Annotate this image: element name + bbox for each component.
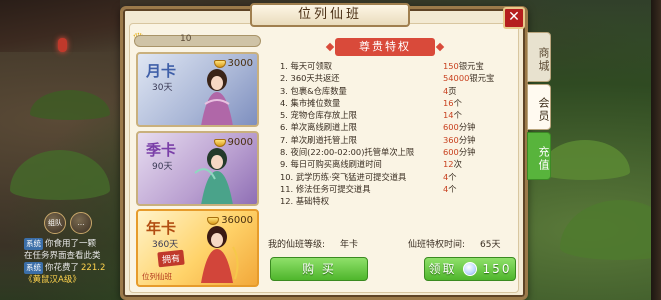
claim-amount: 150: [482, 262, 512, 276]
card-monthly[interactable]: 月卡 30天 3000: [136, 52, 259, 127]
foliage: [560, 200, 661, 260]
privilege-header: 尊贵特权: [335, 38, 435, 56]
card-yearly[interactable]: 年卡 360天 36000 拥有 位列仙班: [136, 209, 259, 287]
close-button[interactable]: ✕: [503, 7, 525, 29]
building-pillar: [651, 0, 661, 300]
fairy-portrait: [194, 148, 233, 204]
claim-button[interactable]: 领取 150: [424, 257, 516, 281]
fairy-portrait: [201, 226, 239, 283]
list-item: 5. 宠物仓库存放上限 14个: [280, 110, 462, 121]
member-time-label: 仙班特权时间:: [408, 240, 466, 250]
chat-line: 系统 你食用了一颗: [24, 238, 124, 250]
list-item: 8. 夜间(22:00-02:00)托管单次上限 600分钟: [280, 147, 476, 158]
chat-log: 系统 你食用了一颗 在任务界面查看此类 系统 你花费了 221.2 《黄鼠汉A级…: [24, 238, 124, 286]
tab-shop[interactable]: 商城: [527, 32, 551, 82]
list-item: 1. 每天可领取 150银元宝: [280, 61, 484, 71]
card-quarterly[interactable]: 季卡 90天 9000: [136, 131, 259, 206]
silver-ingot-icon: [462, 262, 477, 276]
vip-level-value: 10: [180, 34, 192, 44]
foliage: [30, 90, 110, 120]
chat-line: 系统 你花费了 221.2: [24, 262, 124, 274]
card-name: 月卡: [146, 62, 177, 80]
list-item: 4. 集市摊位数量 16个: [280, 97, 462, 108]
list-item: 6. 单次离线刷道上限 600分钟: [280, 122, 476, 133]
window-title: 位列仙班: [250, 3, 410, 27]
card-days: 90天: [152, 162, 173, 172]
chat-money: 221.2: [81, 263, 106, 273]
chat-text: 在任务界面查看此类: [24, 251, 101, 261]
tab-recharge[interactable]: 充值: [527, 132, 551, 180]
card-name: 年卡: [146, 219, 177, 237]
privilege-list[interactable]: 1. 每天可领取 150银元宝 2. 360天共返还 54000银元宝 3. 包裹&…: [280, 60, 516, 231]
team-button[interactable]: 组队: [44, 212, 66, 234]
member-time-value: 65天: [480, 240, 501, 250]
fairy-portrait: [201, 69, 233, 125]
chat-line: 《黄鼠汉A级》: [24, 274, 124, 286]
chat-channel-tag: 系统: [24, 262, 43, 274]
foliage: [10, 150, 110, 200]
chat-text: 你花费了: [45, 263, 80, 273]
foliage: [540, 140, 630, 180]
claim-label: 领取: [428, 262, 457, 276]
chat-text: 你食用了一颗: [45, 239, 97, 249]
card-name: 季卡: [146, 141, 177, 159]
chat-line: 在任务界面查看此类: [24, 250, 124, 262]
list-item: 7. 单次刷道托管上限 360分钟: [280, 134, 476, 145]
chat-bubble-icon[interactable]: …: [70, 212, 92, 234]
list-item: 10. 武学历练·突飞猛进可提交道具 4个: [280, 171, 457, 182]
chat-text: 《黄鼠汉A级》: [24, 275, 81, 285]
list-item: 9. 每日可购买离线刷道时间 12次: [280, 159, 462, 170]
chat-channel-tag: 系统: [24, 238, 43, 250]
member-level-value: 年卡: [340, 240, 359, 250]
vip-level-bar: [134, 35, 261, 47]
list-item: 3. 包裹&仓库数量 4页: [280, 85, 457, 96]
list-item: 2. 360天共返还 54000银元宝: [280, 73, 495, 84]
owned-badge: 拥有: [157, 249, 185, 268]
member-level-label: 我的仙班等级:: [268, 240, 326, 250]
card-tag: 位列仙班: [142, 272, 172, 281]
lantern-icon: [58, 38, 67, 52]
card-days: 360天: [152, 240, 179, 250]
card-days: 30天: [152, 83, 173, 93]
list-item: 11. 修法任务可提交道具 4个: [280, 183, 457, 194]
tab-member[interactable]: 会员: [527, 84, 551, 130]
list-item: 12. 基础特权: [280, 196, 330, 207]
buy-button[interactable]: 购 买: [270, 257, 368, 281]
